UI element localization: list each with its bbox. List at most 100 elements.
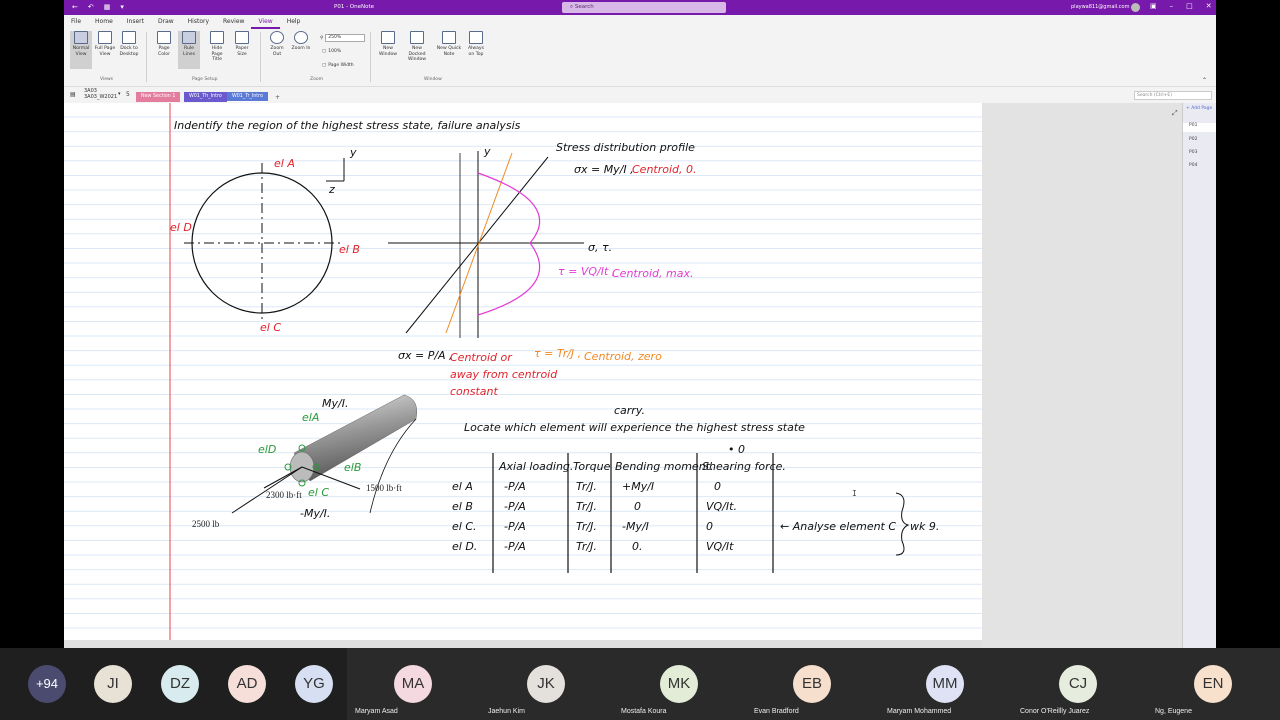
participant-avatar: MA	[394, 665, 432, 703]
tab-w01-th-intro[interactable]: W01_Th_Intro	[184, 92, 227, 102]
paper-size-button[interactable]: Paper Size	[231, 31, 253, 57]
menu-view[interactable]: View	[251, 15, 280, 29]
zoom-out-button[interactable]: Zoom Out	[266, 31, 288, 57]
shaft-el-a-label: elA	[302, 411, 319, 424]
note-canvas[interactable]: Indentify the region of the highest stre…	[64, 103, 982, 640]
row-label-el-d: el D.	[452, 540, 477, 553]
add-page-button[interactable]: + Add Page	[1186, 106, 1212, 111]
cell-torque: Tr/J.	[576, 540, 597, 553]
menu-help[interactable]: Help	[280, 15, 308, 29]
user-email[interactable]: playwa811@gmail.com	[1071, 4, 1129, 10]
expand-icon[interactable]: ⤢	[1172, 109, 1178, 118]
menu-review[interactable]: Review	[216, 15, 251, 29]
zoom-100-button[interactable]: ▢ 100%	[322, 49, 341, 54]
participant-tile[interactable]: YG	[295, 648, 347, 720]
new-quick-note-button[interactable]: New Quick Note	[436, 31, 462, 57]
add-section-button[interactable]: +	[270, 92, 285, 102]
menu-draw[interactable]: Draw	[151, 15, 181, 29]
sync-icon[interactable]: ▦	[104, 3, 111, 12]
participant-tile[interactable]: JI	[94, 648, 161, 720]
horizontal-scrollbar[interactable]	[64, 640, 982, 648]
pages-panel: + Add Page P01 P02 P03 P04	[1182, 103, 1216, 648]
zoom-dropdown[interactable]: 250%	[325, 34, 366, 42]
new-window-button[interactable]: New Window	[377, 31, 399, 57]
dock-desktop-button[interactable]: Dock to Desktop	[118, 31, 140, 57]
customize-icon[interactable]: ▾	[120, 3, 124, 12]
quick-access-toolbar: ← ↶ ▦ ▾	[72, 3, 124, 12]
always-on-top-button[interactable]: Always on Top	[465, 31, 487, 57]
notebook-dropdown-icon[interactable]: ▾	[118, 91, 121, 97]
participant-tile[interactable]: MK Mostafa Koura	[613, 648, 746, 720]
menu-history[interactable]: History	[181, 15, 216, 29]
row-label-el-c: el C.	[452, 520, 477, 533]
page-item-p04[interactable]: P04	[1189, 163, 1197, 168]
participant-name: Maryam Mohammed	[887, 708, 952, 715]
cell-bending: -My/I	[622, 520, 649, 533]
zoom-in-icon	[294, 31, 308, 44]
cell-torque: Tr/J.	[576, 520, 597, 533]
participant-name: Maryam Asad	[355, 708, 398, 715]
analyse-note: ← Analyse element C	[780, 520, 896, 533]
participant-tile[interactable]: EN Ng, Eugene	[1145, 648, 1280, 720]
menu-home[interactable]: Home	[88, 15, 120, 29]
new-docked-window-button[interactable]: New Docked Window	[404, 31, 430, 63]
load-2300-label: 2300 lb·ft	[266, 490, 302, 500]
page-color-button[interactable]: Page Color	[153, 31, 175, 57]
participant-tile[interactable]: EB Evan Bradford	[746, 648, 879, 720]
canvas-gutter: ⤢	[982, 103, 1182, 648]
maximize-icon[interactable]: □	[1186, 2, 1193, 10]
zoom-in-button[interactable]: Zoom In	[290, 31, 312, 52]
user-avatar[interactable]	[1131, 3, 1140, 12]
ribbon-display-icon[interactable]: ▣	[1150, 2, 1157, 10]
participant-tile[interactable]: MA Maryam Asad	[347, 648, 480, 720]
ribbon-separator	[260, 32, 261, 82]
menu-file[interactable]: File	[64, 15, 88, 29]
button-label: Normal View	[72, 46, 90, 57]
participant-tile[interactable]: DZ	[161, 648, 228, 720]
zoom-icon: ⚲	[320, 35, 324, 41]
zoom-select-row: ⚲ 250%	[320, 34, 366, 42]
coord-z-label: z	[328, 183, 335, 196]
undo-icon[interactable]: ↶	[88, 3, 94, 12]
tab-w01-tr-intro[interactable]: W01_Tr_Intro	[227, 92, 268, 102]
page-width-button[interactable]: ▢ Page Width	[322, 63, 354, 68]
page-item-p01[interactable]: P01	[1183, 123, 1216, 132]
shaft-my-label: My/I.	[322, 397, 348, 410]
full-page-view-button[interactable]: Full Page View	[94, 31, 116, 57]
locate-text: Locate which element will experience the…	[464, 421, 805, 434]
sigma-x-formula: σx = My/I ,	[574, 163, 634, 176]
notebook-count: 5	[126, 91, 130, 98]
participant-avatar: YG	[295, 665, 333, 703]
participant-tile[interactable]: CJ Conor O'Reillly Juarez	[1012, 648, 1145, 720]
label-el-a: el A	[274, 157, 295, 170]
left-letterbox	[0, 0, 64, 648]
normal-view-button[interactable]: Normal View	[70, 31, 92, 69]
collapse-ribbon-icon[interactable]: ⌃	[1202, 77, 1207, 84]
menu-insert[interactable]: Insert	[120, 15, 151, 29]
notebook-search-input[interactable]: Search (Ctrl+E)	[1134, 91, 1212, 100]
rule-lines-button[interactable]: Rule Lines	[178, 31, 200, 69]
load-1500-label: 1500 lb·ft	[366, 483, 402, 493]
participant-avatar: MM	[926, 665, 964, 703]
section-bar: ▤ 3A03 3A03_W2021 ▾ 5 New Section 1 W01_…	[64, 88, 1216, 103]
profile-y-label: y	[483, 145, 491, 158]
minimize-icon[interactable]: –	[1170, 2, 1174, 10]
participant-tile[interactable]: MM Maryam Mohammed	[879, 648, 1012, 720]
close-icon[interactable]: ✕	[1206, 2, 1212, 10]
profile-title: Stress distribution profile	[556, 141, 695, 154]
tab-new-section-1[interactable]: New Section 1	[136, 92, 181, 102]
page-item-p02[interactable]: P02	[1189, 137, 1197, 142]
group-window-label: Window	[424, 77, 442, 82]
notebook-selector[interactable]: 3A03 3A03_W2021	[84, 88, 117, 100]
overflow-tile[interactable]: +94	[0, 648, 94, 720]
title-search-box[interactable]: ⌕ Search	[562, 2, 726, 13]
hide-page-title-button[interactable]: Hide Page Title	[206, 31, 228, 63]
button-label: Paper Size	[235, 46, 249, 57]
participant-tile[interactable]: AD	[228, 648, 295, 720]
coord-y-label: y	[349, 146, 357, 159]
participant-tile[interactable]: JK Jaehun Kim	[480, 648, 613, 720]
back-icon[interactable]: ←	[72, 3, 78, 12]
sigma-pa-note-1: Centroid or	[450, 351, 513, 364]
tau-vq-note: Centroid, max.	[612, 267, 693, 280]
page-item-p03[interactable]: P03	[1189, 150, 1197, 155]
